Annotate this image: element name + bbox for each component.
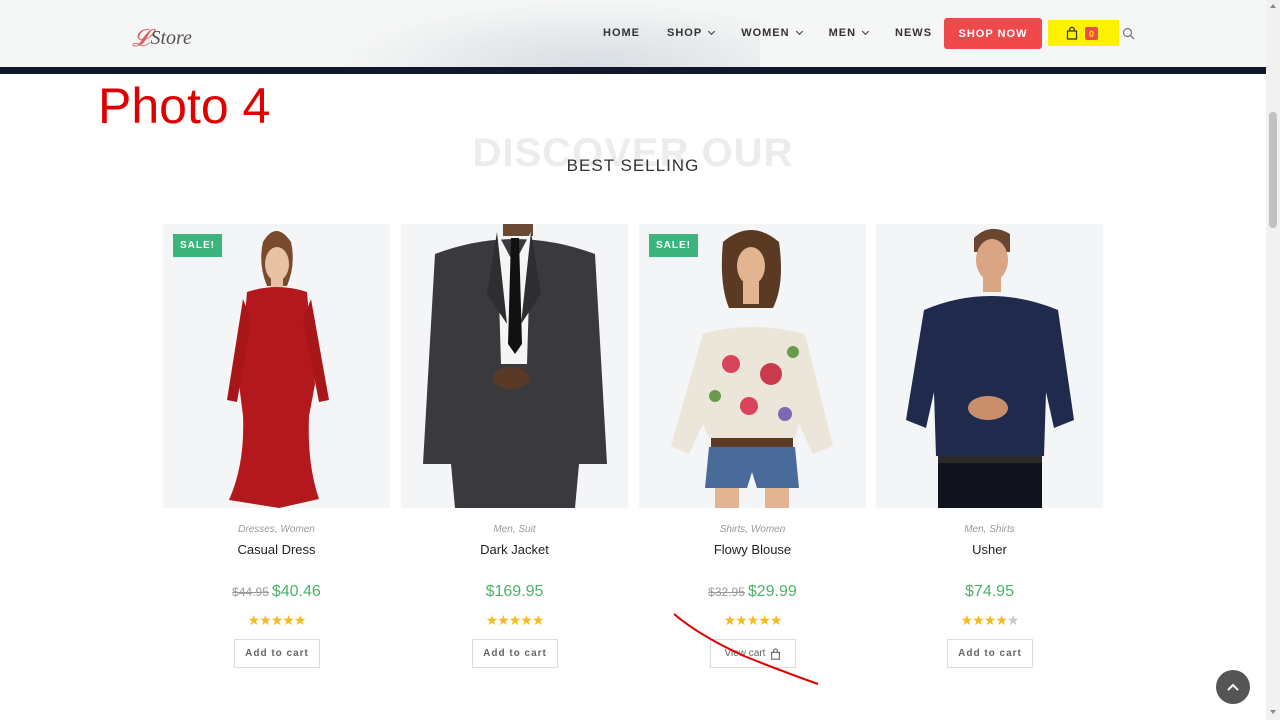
main-nav: HOME SHOP WOMEN MEN NEWS <box>603 22 959 44</box>
section-title: BEST SELLING <box>566 156 700 175</box>
product-card: SALE! Dresses, Women Casual Dress $44.95… <box>163 224 390 668</box>
chevron-up-icon <box>1227 683 1239 691</box>
scroll-up-arrow-icon[interactable] <box>1270 4 1276 8</box>
view-cart-button[interactable]: View cart <box>710 639 796 668</box>
scroll-to-top-button[interactable] <box>1216 670 1250 704</box>
product-sale-price: $74.95 <box>965 583 1014 600</box>
product-name[interactable]: Usher <box>876 542 1103 557</box>
sale-badge: SALE! <box>173 234 222 257</box>
chevron-down-icon <box>795 27 803 36</box>
product-categories[interactable]: Men, Suit <box>401 524 628 535</box>
product-categories[interactable]: Shirts, Women <box>639 524 866 535</box>
product-image[interactable] <box>876 224 1103 508</box>
nav-item-women[interactable]: WOMEN <box>741 27 803 39</box>
nav-item-label: NEWS <box>895 27 933 39</box>
product-photo-dress <box>227 231 329 508</box>
site-logo[interactable]: 𝓛 Store <box>132 18 192 52</box>
product-name[interactable]: Flowy Blouse <box>639 542 866 557</box>
add-to-cart-button[interactable]: Add to cart <box>234 639 320 668</box>
star-rating: ★★★★★ <box>247 612 307 628</box>
cart-highlight-annotation <box>1048 20 1119 46</box>
product-card: Men, Suit Dark Jacket $169.95 ★★★★★ Add … <box>401 224 628 668</box>
product-photo-shirt <box>906 228 1074 508</box>
star-rating: ★★★★★ <box>723 612 783 628</box>
product-image[interactable]: SALE! <box>163 224 390 508</box>
product-categories[interactable]: Dresses, Women <box>163 524 390 535</box>
nav-item-news[interactable]: NEWS <box>895 27 932 39</box>
photo-annotation-label: Photo 4 <box>98 78 271 134</box>
add-to-cart-button[interactable]: Add to cart <box>472 639 558 668</box>
nav-item-men[interactable]: MEN <box>828 27 870 39</box>
shopping-bag-icon <box>771 648 781 660</box>
nav-item-label: WOMEN <box>741 27 790 39</box>
product-sale-price: $40.46 <box>271 583 321 600</box>
product-old-price: $32.95 <box>708 585 745 599</box>
header-bar: 𝓛 Store HOME SHOP WOMEN MEN NEWS SHOP NO… <box>0 0 1266 67</box>
scrollbar-thumb[interactable] <box>1269 112 1277 228</box>
cart-count-badge[interactable]: 0 <box>1085 27 1098 40</box>
product-old-price: $44.95 <box>232 585 269 599</box>
search-icon[interactable] <box>1122 27 1135 40</box>
page: 𝓛 Store HOME SHOP WOMEN MEN NEWS SHOP NO… <box>0 0 1280 720</box>
vertical-scrollbar[interactable] <box>1266 0 1280 720</box>
product-price: $169.95 <box>401 583 628 601</box>
star-rating: ★★★★★ <box>960 612 1020 628</box>
nav-item-label: HOME <box>603 27 640 39</box>
product-price: $74.95 <box>876 583 1103 601</box>
product-photo-jacket <box>423 224 607 508</box>
product-image[interactable]: SALE! <box>639 224 866 508</box>
product-card: Men, Shirts Usher $74.95 ★★★★★ Add to ca… <box>876 224 1103 668</box>
product-price: $32.95 $29.99 <box>639 583 866 601</box>
nav-item-home[interactable]: HOME <box>603 27 640 39</box>
chevron-down-icon <box>861 27 870 36</box>
view-cart-label: View cart <box>724 648 766 659</box>
logo-mark: 𝓛 <box>132 24 150 52</box>
star-rating: ★★★★★ <box>485 612 545 628</box>
product-photo-blouse <box>671 230 833 508</box>
product-card: SALE! Shirts, Women Flowy Blouse $32.95 $… <box>639 224 866 668</box>
scroll-down-arrow-icon[interactable] <box>1270 710 1276 714</box>
add-to-cart-button[interactable]: Add to cart <box>947 639 1033 668</box>
product-price: $44.95 $40.46 <box>163 583 390 601</box>
logo-text: Store <box>150 27 192 49</box>
shop-now-button[interactable]: SHOP NOW <box>944 18 1042 49</box>
nav-item-label: SHOP <box>667 27 703 39</box>
nav-item-shop[interactable]: SHOP <box>667 27 716 39</box>
product-sale-price: $29.99 <box>747 583 797 600</box>
product-categories[interactable]: Men, Shirts <box>876 524 1103 535</box>
product-name[interactable]: Dark Jacket <box>401 542 628 557</box>
nav-item-label: MEN <box>828 27 857 39</box>
site-header: 𝓛 Store HOME SHOP WOMEN MEN NEWS SHOP NO… <box>0 0 1266 74</box>
product-sale-price: $169.95 <box>485 583 544 600</box>
shopping-bag-icon[interactable] <box>1066 26 1078 40</box>
product-name[interactable]: Casual Dress <box>163 542 390 557</box>
sale-badge: SALE! <box>649 234 698 257</box>
product-image[interactable] <box>401 224 628 508</box>
chevron-down-icon <box>708 27 716 36</box>
